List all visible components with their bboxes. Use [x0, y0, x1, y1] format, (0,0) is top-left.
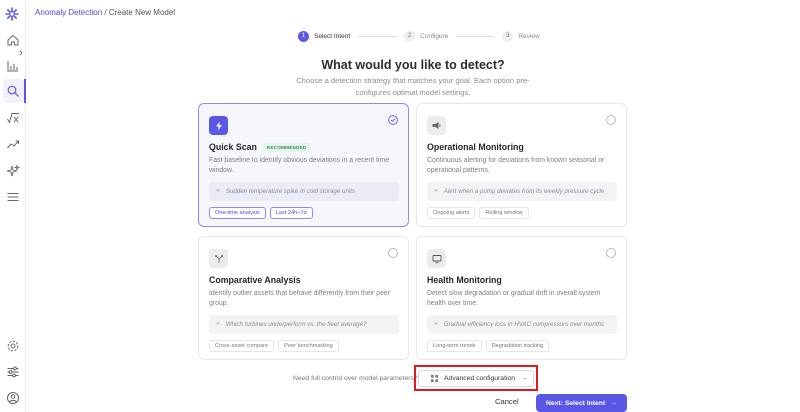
intent-description: Continuous alerting for deviations from … — [427, 157, 605, 174]
step-number: 2 — [404, 30, 416, 42]
breadcrumb-current: Create New Model — [108, 8, 176, 17]
intent-name: Quick Scan RECOMMENDED — [209, 142, 311, 152]
step-connector — [358, 35, 397, 37]
intent-example: ❝ Which turbines underperform vs. the fl… — [209, 315, 399, 334]
intent-title: Operational Monitoring — [427, 142, 524, 152]
step-select-intent: 1 Select Intent — [298, 30, 351, 42]
tag: Rolling window — [479, 207, 529, 219]
user-icon[interactable] — [6, 391, 20, 405]
quote-icon: ❝ — [434, 321, 438, 329]
intent-example: ❝ Alert when a pump deviates from its we… — [427, 182, 617, 201]
highlight-box — [414, 365, 538, 391]
menu-icon[interactable] — [6, 190, 20, 204]
tag: Degradation tracking — [485, 340, 550, 352]
settings-icon[interactable] — [6, 339, 20, 353]
step-configure: 2 Configure — [404, 30, 449, 42]
next-label: Next: Select Intent — [545, 399, 606, 407]
arrow-right-icon: → — [610, 399, 618, 407]
sidebar: › — [0, 0, 26, 412]
trend-icon[interactable] — [6, 137, 20, 151]
recommended-badge: RECOMMENDED — [262, 142, 311, 152]
intent-title: Health Monitoring — [427, 275, 502, 285]
intent-example: ❝ Sudden temperature spike in cold stora… — [209, 182, 399, 201]
intent-card-health-monitoring[interactable]: Health Monitoring Detect slow degradatio… — [416, 236, 627, 360]
page-subtitle: Choose a detection strategy that matches… — [296, 76, 530, 97]
breadcrumb-parent-link[interactable]: Anomaly Detection — [35, 8, 102, 17]
step-connector — [456, 35, 495, 37]
advanced-config-prompt: Need full control over model parameters? — [293, 375, 418, 382]
tag: One-time analysis — [209, 207, 266, 219]
intent-icon — [209, 249, 228, 268]
breadcrumb: Anomaly Detection / Create New Model — [35, 8, 175, 17]
intent-name: Health Monitoring — [427, 275, 502, 285]
intent-name: Operational Monitoring — [427, 142, 524, 152]
sidebar-expand-chevron[interactable]: › — [19, 47, 29, 59]
sliders-icon[interactable] — [6, 365, 20, 379]
intent-description: Identify outlier assets that behave diff… — [209, 290, 391, 307]
intent-tags: Cross-asset compare Peer benchmarking — [209, 340, 339, 352]
next-button[interactable]: Next: Select Intent → — [536, 394, 627, 412]
intent-title: Quick Scan — [209, 142, 257, 152]
example-text: Alert when a pump deviates from its week… — [443, 188, 605, 195]
radio-button[interactable] — [606, 248, 616, 258]
step-label: Configure — [420, 32, 449, 40]
radio-button[interactable] — [606, 115, 616, 125]
wizard-stepper: 1 Select Intent 2 Configure 3 Review — [298, 30, 540, 42]
intent-tags: One-time analysis Last 24h–7d — [209, 207, 313, 219]
sparkle-icon[interactable] — [6, 164, 20, 178]
step-number: 1 — [298, 30, 309, 42]
intent-description: Fast baseline to identify obvious deviat… — [209, 157, 390, 174]
intent-tags: Ongoing alerts Rolling window — [427, 207, 529, 219]
tag: Peer benchmarking — [278, 340, 339, 352]
branch-icon — [214, 254, 223, 263]
quote-icon: ❝ — [216, 188, 220, 196]
formula-icon[interactable] — [6, 111, 20, 125]
step-review: 3 Review — [502, 30, 540, 42]
quote-icon: ❝ — [434, 188, 438, 196]
breadcrumb-separator: / — [102, 8, 109, 17]
monitor-icon — [432, 254, 441, 263]
intent-title: Comparative Analysis — [209, 275, 301, 285]
broadcast-icon — [432, 122, 441, 129]
lightning-icon — [215, 121, 222, 130]
tag: Long-term trends — [427, 340, 482, 352]
example-text: Which turbines underperform vs. the flee… — [225, 321, 367, 328]
logo-icon[interactable] — [5, 7, 19, 21]
page-title: What would you like to detect? — [321, 58, 505, 72]
bar-chart-icon[interactable] — [6, 59, 20, 73]
tag: Last 24h–7d — [269, 207, 313, 219]
intent-name: Comparative Analysis — [209, 275, 301, 285]
step-number: 3 — [502, 30, 514, 42]
radio-button[interactable] — [388, 248, 398, 258]
intent-icon — [427, 116, 446, 135]
home-icon[interactable] — [6, 33, 20, 47]
sidebar-active-indicator — [24, 79, 26, 103]
quote-icon: ❝ — [216, 321, 220, 329]
tag: Cross-asset compare — [209, 340, 275, 352]
cancel-button[interactable]: Cancel — [495, 397, 519, 406]
step-label: Select Intent — [314, 32, 351, 40]
intent-description: Detect slow degradation or gradual drift… — [427, 290, 601, 307]
intent-card-quick-scan[interactable]: Quick Scan RECOMMENDED Fast baseline to … — [198, 103, 409, 227]
intent-icon — [209, 116, 228, 135]
intent-tags: Long-term trends Degradation tracking — [427, 340, 550, 352]
intent-icon — [427, 249, 446, 268]
example-text: Gradual efficiency loss in HVAC compress… — [443, 321, 605, 328]
tag: Ongoing alerts — [427, 207, 476, 219]
intent-card-operational-monitoring[interactable]: Operational Monitoring Continuous alerti… — [416, 103, 627, 227]
selected-check-icon[interactable] — [388, 115, 398, 125]
intent-card-comparative-analysis[interactable]: Comparative Analysis Identify outlier as… — [198, 236, 409, 360]
example-text: Sudden temperature spike in cold storage… — [225, 188, 356, 195]
intent-example: ❝ Gradual efficiency loss in HVAC compre… — [427, 315, 617, 334]
search-icon[interactable] — [6, 84, 20, 98]
step-label: Review — [518, 32, 540, 40]
